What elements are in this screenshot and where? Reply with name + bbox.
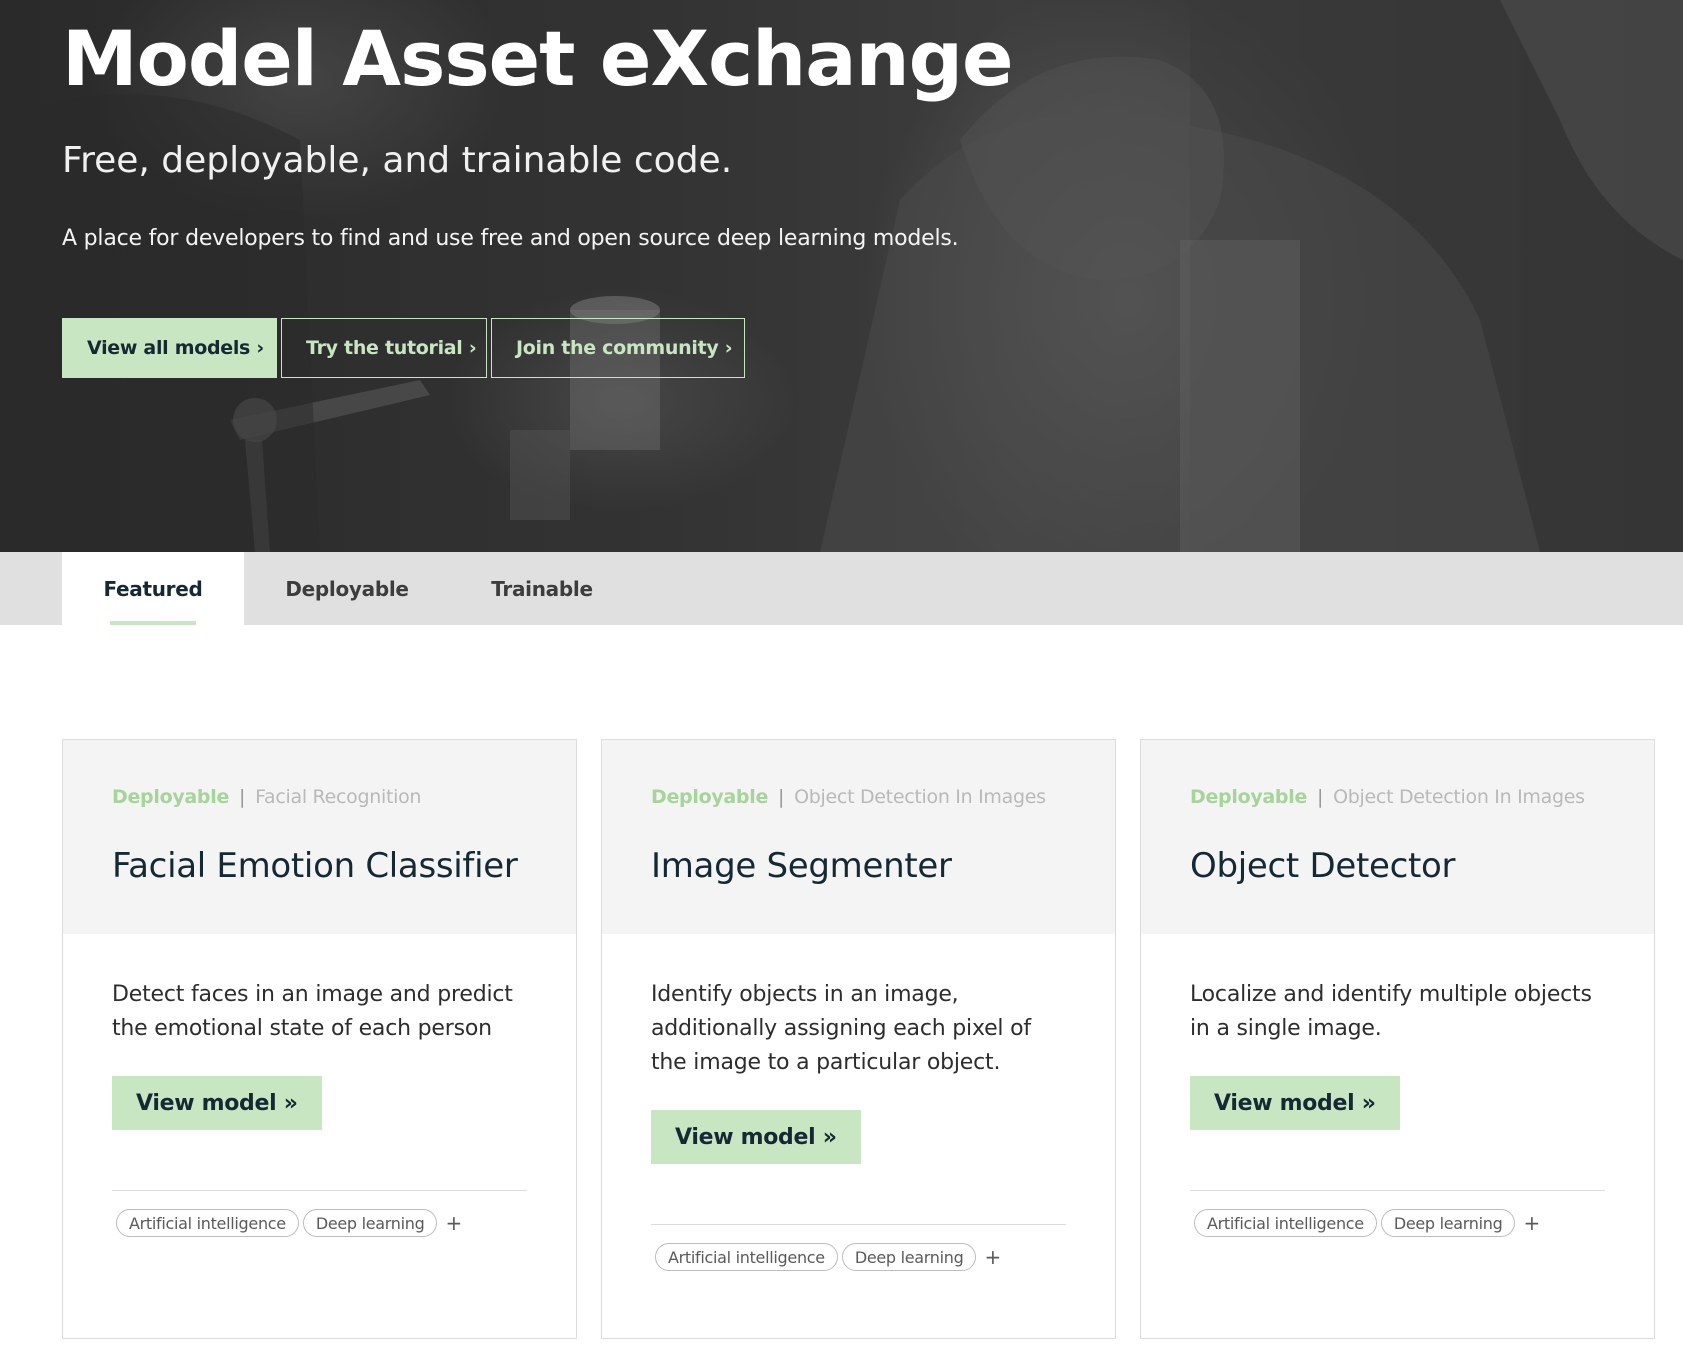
tag-artificial-intelligence[interactable]: Artificial intelligence bbox=[116, 1209, 299, 1237]
view-model-button[interactable]: View model » bbox=[651, 1110, 861, 1164]
tab-deployable[interactable]: Deployable bbox=[244, 552, 450, 625]
card-meta: Deployable | Object Detection In Images bbox=[651, 786, 1066, 808]
card-meta: Deployable | Object Detection In Images bbox=[1190, 786, 1605, 808]
more-tags-button[interactable]: + bbox=[445, 1211, 462, 1235]
view-model-button[interactable]: View model » bbox=[1190, 1076, 1400, 1130]
card-divider bbox=[112, 1190, 527, 1191]
card-body: Localize and identify multiple objects i… bbox=[1141, 934, 1654, 1237]
tag-deep-learning[interactable]: Deep learning bbox=[302, 1209, 438, 1237]
card-body: Identify objects in an image, additional… bbox=[602, 934, 1115, 1271]
card-type-label[interactable]: Deployable bbox=[112, 786, 229, 808]
tab-trainable-label: Trainable bbox=[491, 576, 593, 601]
card-category-label[interactable]: Facial Recognition bbox=[255, 786, 421, 808]
card-description: Identify objects in an image, additional… bbox=[651, 982, 1031, 1075]
card-meta: Deployable | Facial Recognition bbox=[112, 786, 527, 808]
card-description: Localize and identify multiple objects i… bbox=[1190, 982, 1592, 1041]
hero-subtitle: Free, deployable, and trainable code. bbox=[62, 140, 733, 181]
tag-deep-learning[interactable]: Deep learning bbox=[1380, 1209, 1516, 1237]
hero-banner: Model Asset eXchange Free, deployable, a… bbox=[0, 0, 1683, 552]
card-description: Detect faces in an image and predict the… bbox=[112, 982, 513, 1041]
hero-description: A place for developers to find and use f… bbox=[62, 226, 959, 251]
more-tags-button[interactable]: + bbox=[1523, 1211, 1540, 1235]
view-all-models-button[interactable]: View all models › bbox=[62, 318, 277, 378]
active-tab-indicator bbox=[110, 621, 196, 625]
meta-separator: | bbox=[778, 786, 785, 808]
model-card: Deployable | Object Detection In Images Im… bbox=[601, 739, 1116, 1339]
tag-list: Artificial intelligence Deep learning + bbox=[1190, 1209, 1605, 1237]
tab-bar: Featured Deployable Trainable bbox=[0, 552, 1683, 625]
tag-artificial-intelligence[interactable]: Artificial intelligence bbox=[655, 1243, 838, 1271]
card-title[interactable]: Facial Emotion Classifier bbox=[112, 846, 527, 886]
tag-list: Artificial intelligence Deep learning + bbox=[112, 1209, 527, 1237]
card-title[interactable]: Image Segmenter bbox=[651, 846, 1066, 886]
tab-deployable-label: Deployable bbox=[285, 576, 409, 601]
card-title[interactable]: Object Detector bbox=[1190, 846, 1605, 886]
meta-separator: | bbox=[1317, 786, 1324, 808]
tab-trainable[interactable]: Trainable bbox=[450, 552, 634, 625]
hero-button-group: View all models › Try the tutorial › Joi… bbox=[62, 318, 745, 378]
model-card: Deployable | Facial Recognition Facial Emo… bbox=[62, 739, 577, 1339]
join-community-button[interactable]: Join the community › bbox=[491, 318, 745, 378]
tag-deep-learning[interactable]: Deep learning bbox=[841, 1243, 977, 1271]
card-body: Detect faces in an image and predict the… bbox=[63, 934, 576, 1237]
view-model-button[interactable]: View model » bbox=[112, 1076, 322, 1130]
model-card: Deployable | Object Detection In Images Ob… bbox=[1140, 739, 1655, 1339]
card-header: Deployable | Facial Recognition Facial Emo… bbox=[63, 740, 576, 934]
tag-list: Artificial intelligence Deep learning + bbox=[651, 1243, 1066, 1271]
card-divider bbox=[651, 1224, 1066, 1225]
meta-separator: | bbox=[239, 786, 246, 808]
card-type-label[interactable]: Deployable bbox=[651, 786, 768, 808]
card-header: Deployable | Object Detection In Images Ob… bbox=[1141, 740, 1654, 934]
card-header: Deployable | Object Detection In Images Im… bbox=[602, 740, 1115, 934]
try-tutorial-button[interactable]: Try the tutorial › bbox=[281, 318, 487, 378]
card-category-label[interactable]: Object Detection In Images bbox=[1333, 786, 1585, 808]
more-tags-button[interactable]: + bbox=[984, 1245, 1001, 1269]
card-divider bbox=[1190, 1190, 1605, 1191]
card-category-label[interactable]: Object Detection In Images bbox=[794, 786, 1046, 808]
tab-featured-label: Featured bbox=[103, 576, 203, 601]
page-title: Model Asset eXchange bbox=[62, 14, 1014, 103]
tag-artificial-intelligence[interactable]: Artificial intelligence bbox=[1194, 1209, 1377, 1237]
tab-featured[interactable]: Featured bbox=[62, 552, 244, 625]
card-type-label[interactable]: Deployable bbox=[1190, 786, 1307, 808]
